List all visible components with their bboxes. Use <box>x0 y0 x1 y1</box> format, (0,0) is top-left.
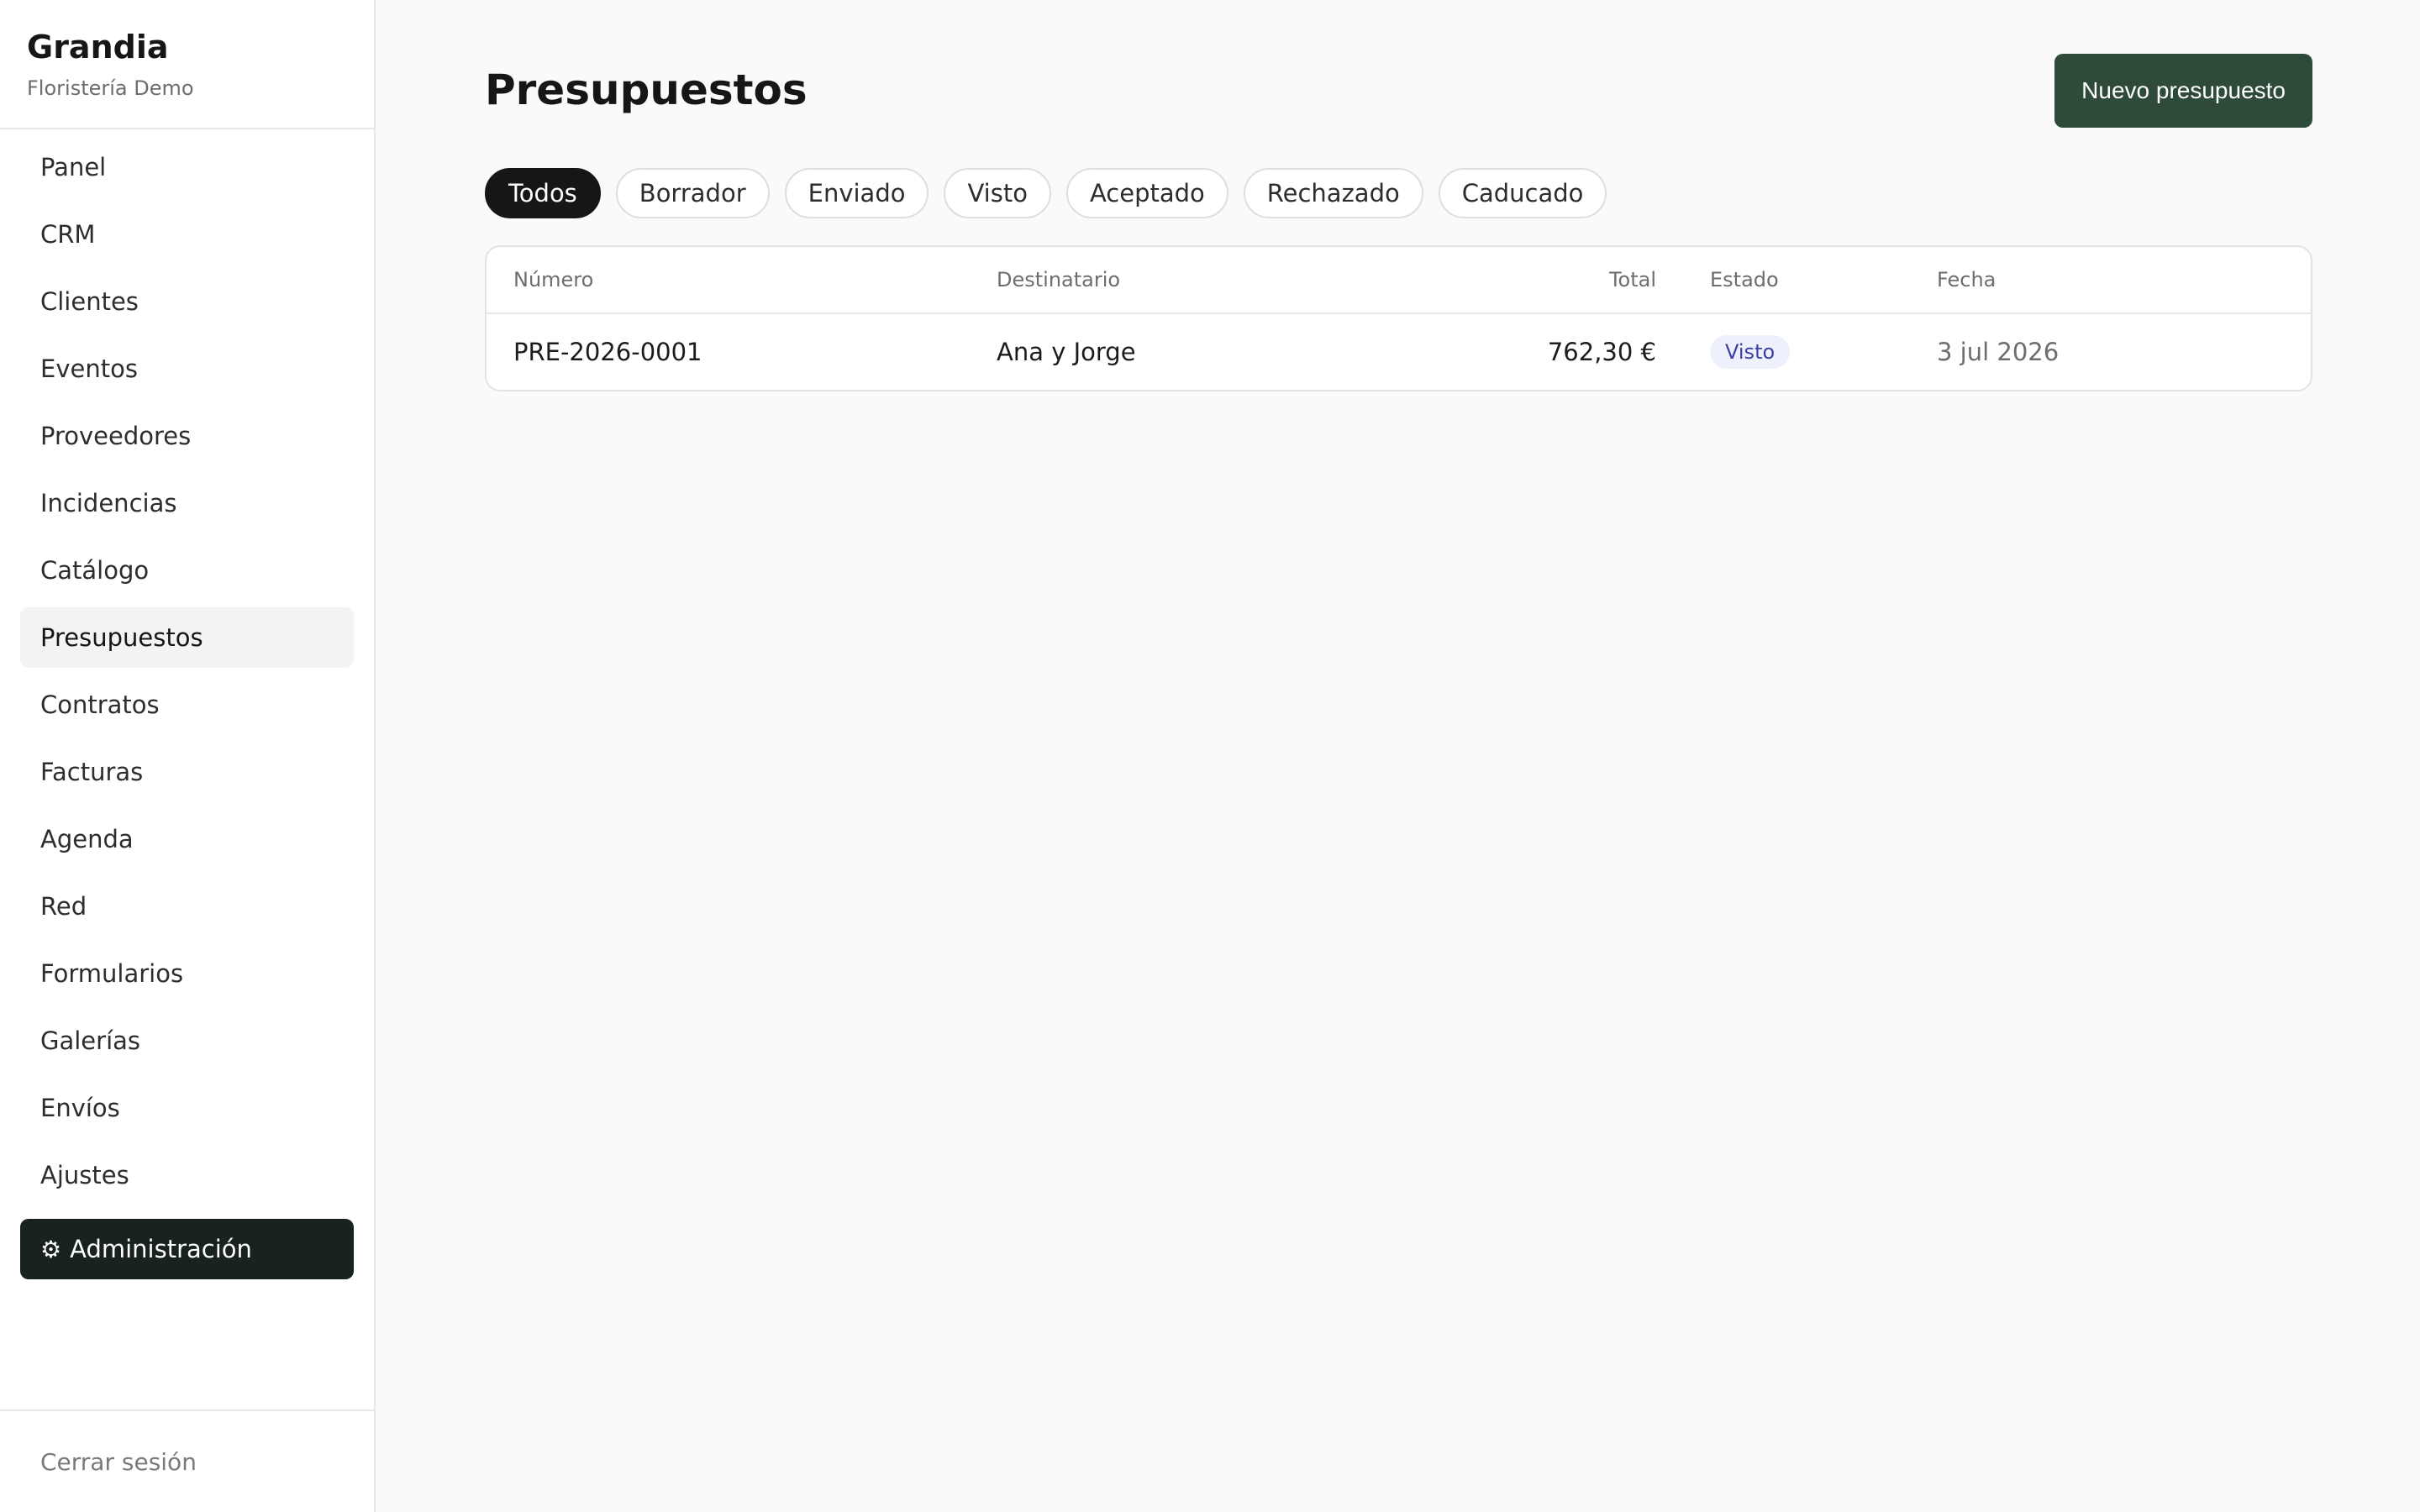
main-content: Presupuestos Nuevo presupuesto <box>376 0 2420 1512</box>
page-header: Presupuestos Nuevo presupuesto <box>485 0 2312 168</box>
cell-numero: PRE-2026-0001 <box>513 338 702 366</box>
sidebar-item-crm[interactable]: CRM <box>20 204 354 265</box>
filter-visto[interactable]: Visto <box>944 168 1051 218</box>
brand-subtitle: Floristería Demo <box>27 76 194 100</box>
cell-estado: Visto <box>1656 335 1937 369</box>
gear-icon: ⚙ <box>40 1235 62 1263</box>
column-header-numero[interactable]: Número <box>513 268 997 291</box>
sidebar-nav: Panel CRM Clientes Eventos Proveedores I… <box>0 137 374 1205</box>
sidebar-item-clientes[interactable]: Clientes <box>20 271 354 332</box>
sidebar-item-ajustes[interactable]: Ajustes <box>20 1145 354 1205</box>
column-header-estado[interactable]: Estado <box>1656 268 1937 291</box>
new-quote-button[interactable]: Nuevo presupuesto <box>2054 54 2312 128</box>
status-badge: Visto <box>1710 335 1791 369</box>
sidebar-item-formularios[interactable]: Formularios <box>20 943 354 1004</box>
page-title: Presupuestos <box>485 66 808 114</box>
filter-enviado[interactable]: Enviado <box>784 168 929 218</box>
cell-fecha: 3 jul 2026 <box>1937 338 2060 366</box>
sidebar-item-galerias[interactable]: Galerías <box>20 1011 354 1071</box>
cell-destinatario: Ana y Jorge <box>997 338 1136 366</box>
column-header-destinatario[interactable]: Destinatario <box>997 268 1513 291</box>
sidebar-item-envios[interactable]: Envíos <box>20 1078 354 1138</box>
sidebar-item-red[interactable]: Red <box>20 876 354 937</box>
cell-total: 762,30 € <box>1547 338 1656 366</box>
app: Grandia Floristería Demo Panel CRM Clien… <box>0 0 2420 1512</box>
admin-button[interactable]: ⚙ Administración <box>20 1219 354 1279</box>
brand-name: Grandia <box>27 29 169 66</box>
filter-borrador[interactable]: Borrador <box>615 168 770 218</box>
admin-button-label: Administración <box>70 1235 252 1263</box>
sidebar: Grandia Floristería Demo Panel CRM Clien… <box>0 0 376 1512</box>
filter-caducado[interactable]: Caducado <box>1438 168 1607 218</box>
quotes-table: Número Destinatario Total Estado Fecha P… <box>485 245 2312 391</box>
sidebar-item-eventos[interactable]: Eventos <box>20 339 354 399</box>
sidebar-item-incidencias[interactable]: Incidencias <box>20 473 354 533</box>
sidebar-item-contratos[interactable]: Contratos <box>20 675 354 735</box>
column-header-fecha[interactable]: Fecha <box>1937 268 2284 291</box>
sidebar-footer: Cerrar sesión <box>0 1410 374 1512</box>
sidebar-item-agenda[interactable]: Agenda <box>20 809 354 869</box>
sidebar-item-presupuestos[interactable]: Presupuestos <box>20 607 354 668</box>
table-row[interactable]: PRE-2026-0001 Ana y Jorge 762,30 € Visto… <box>487 314 2311 390</box>
sidebar-item-proveedores[interactable]: Proveedores <box>20 406 354 466</box>
filter-aceptado[interactable]: Aceptado <box>1065 168 1228 218</box>
status-filters: Todos Borrador Enviado Visto Aceptado Re… <box>485 168 1607 218</box>
sidebar-item-catalogo[interactable]: Catálogo <box>20 540 354 601</box>
sidebar-item-facturas[interactable]: Facturas <box>20 742 354 802</box>
column-header-total[interactable]: Total <box>1513 268 1656 291</box>
filter-rechazado[interactable]: Rechazado <box>1243 168 1423 218</box>
filter-todos[interactable]: Todos <box>485 168 601 218</box>
brand: Grandia Floristería Demo <box>0 0 374 129</box>
sidebar-item-panel[interactable]: Panel <box>20 137 354 197</box>
table-header: Número Destinatario Total Estado Fecha <box>487 247 2311 314</box>
logout-link[interactable]: Cerrar sesión <box>40 1448 197 1476</box>
